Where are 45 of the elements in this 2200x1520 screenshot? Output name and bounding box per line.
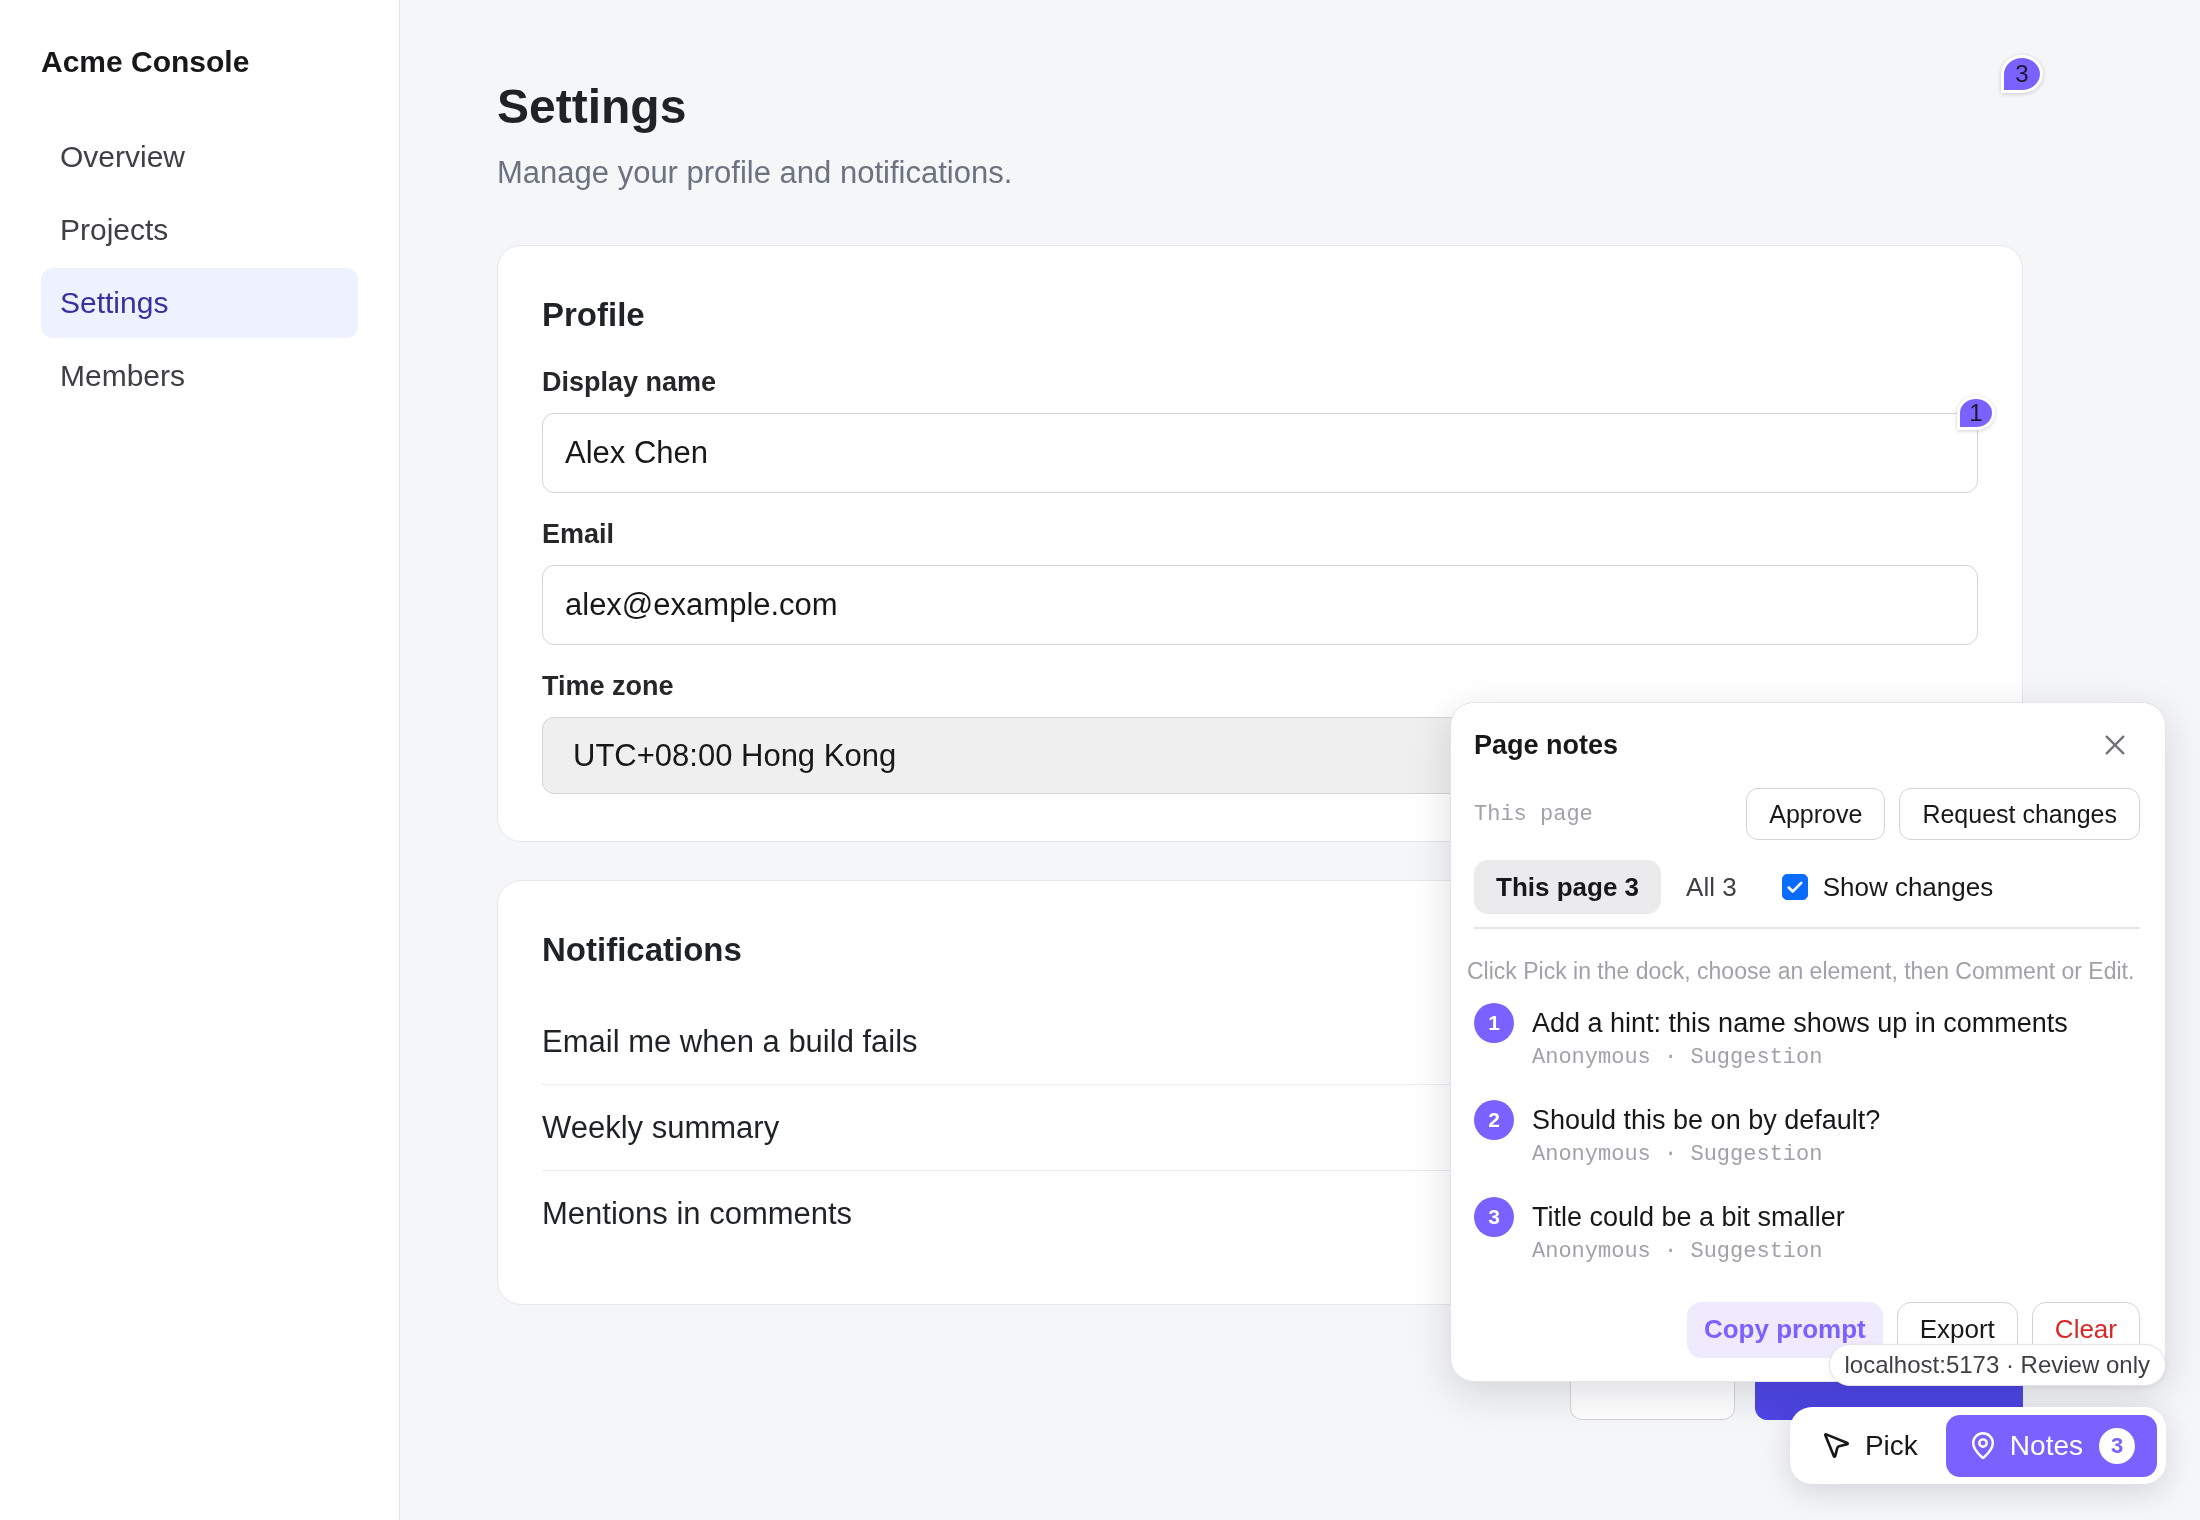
filter-tab[interactable]: All 3 (1670, 860, 1753, 914)
close-button[interactable] (2104, 734, 2126, 756)
dialog-title: Page notes (1474, 729, 1619, 761)
review-button[interactable]: Approve (1746, 788, 1886, 840)
notification-label: Email me when a build fails (542, 1023, 918, 1060)
comment-pin[interactable]: 3 (2001, 55, 2043, 93)
notification-label: Weekly summary (542, 1109, 780, 1146)
note-meta: Anonymous · Suggestion (1532, 1043, 1823, 1072)
nav-item[interactable]: Projects (41, 195, 358, 265)
section-title: Notifications (542, 930, 742, 970)
note-number: 2 (1474, 1099, 1514, 1140)
status-tooltip: localhost:5173 · Review only (1828, 1344, 2166, 1386)
section-title: Profile (542, 295, 645, 335)
scope-label: This page (1474, 801, 1593, 827)
nav-item[interactable]: Settings (41, 268, 358, 338)
close-icon (2105, 735, 2125, 755)
brand-name: Acme Console (41, 44, 250, 80)
filter-tab[interactable]: This page 3 (1474, 860, 1662, 914)
field-label: Email (542, 518, 615, 550)
cursor-icon (1823, 1433, 1849, 1458)
notes-button[interactable]: Notes 3 (1945, 1414, 2157, 1477)
checkmark-icon (1786, 880, 1803, 894)
note-text: Title could be a bit smaller (1532, 1200, 1845, 1234)
checkbox-label: Show changes (1822, 871, 1994, 903)
field-label: Display name (542, 366, 717, 398)
note-text: Add a hint: this name shows up in comments (1532, 1006, 2068, 1040)
notification-label: Mentions in comments (542, 1196, 853, 1232)
pick-button[interactable]: Pick (1809, 1414, 1932, 1477)
checkbox[interactable] (1781, 874, 1808, 900)
note-text: Should this be on by default? (1532, 1103, 1881, 1137)
hint-text: Click Pick in the dock, choose an element, then Comment or Edit. (1467, 956, 2135, 985)
notes-count: 3 (2099, 1427, 2135, 1464)
nav-item[interactable]: Overview (41, 122, 358, 192)
page-title: Settings (497, 79, 687, 135)
note-meta: Anonymous · Suggestion (1532, 1140, 1823, 1169)
map-pin-icon (1971, 1432, 1994, 1459)
note-number: 1 (1474, 1002, 1514, 1043)
note-number: 3 (1474, 1196, 1514, 1237)
review-button[interactable]: Request changes (1899, 788, 2140, 840)
input-field[interactable]: alex@example.com (542, 565, 1978, 645)
comment-pin[interactable]: 1 (1957, 396, 1995, 430)
nav-item[interactable]: Members (41, 341, 358, 411)
page-subtitle: Manage your profile and notifications. (497, 155, 1013, 191)
note-meta: Anonymous · Suggestion (1532, 1237, 1823, 1266)
field-label: Time zone (542, 670, 674, 702)
